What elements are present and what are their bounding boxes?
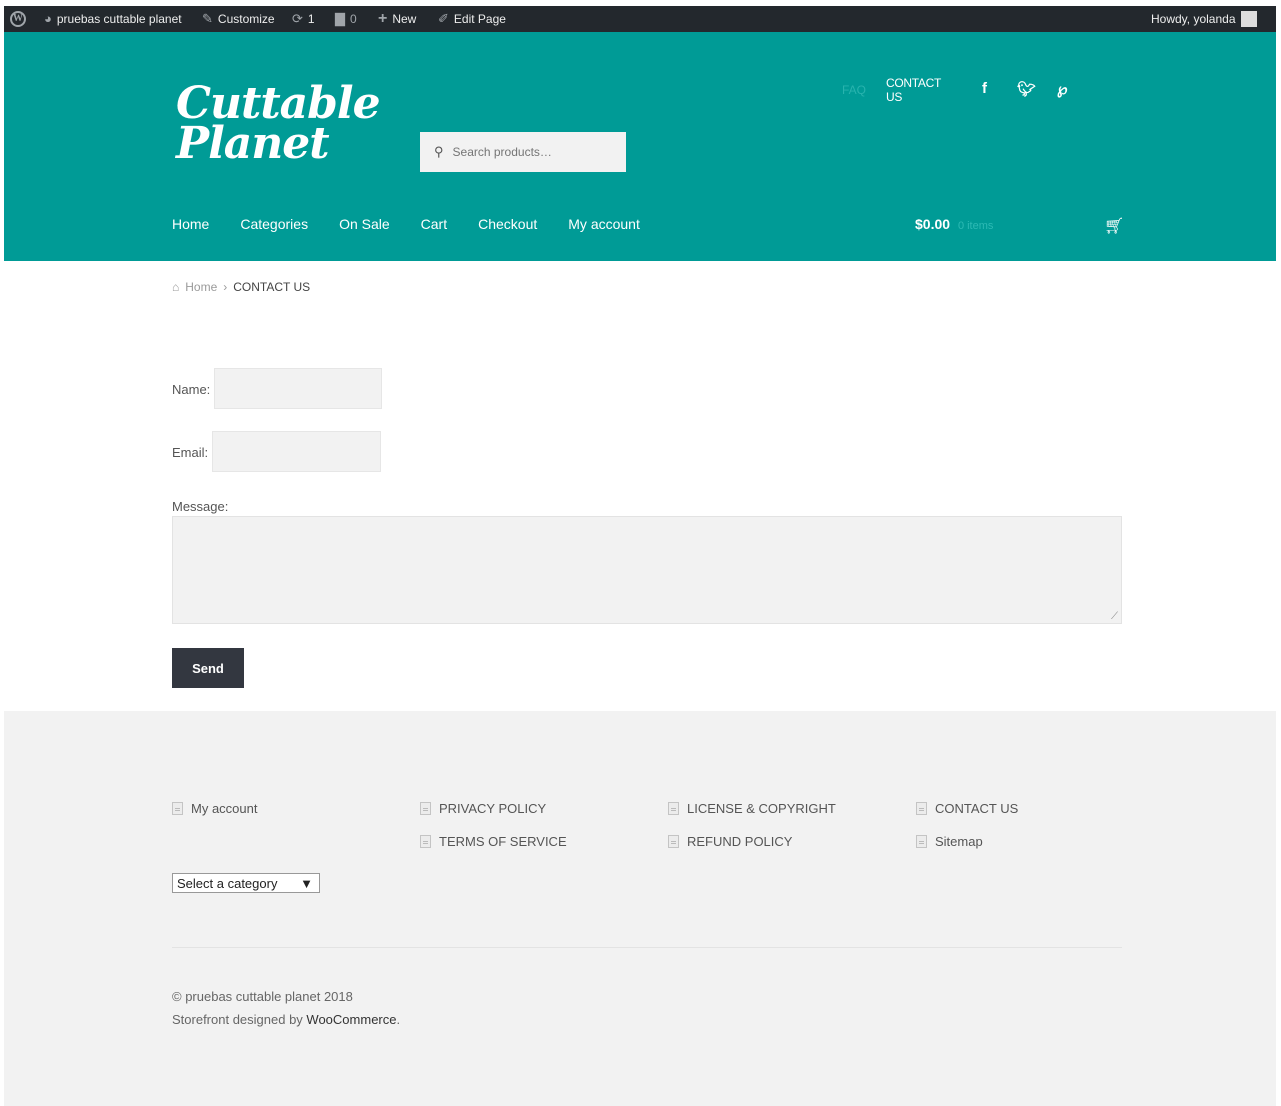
- footer-link-contact-us[interactable]: CONTACT US: [916, 801, 1018, 816]
- footer-link-sitemap[interactable]: Sitemap: [916, 834, 983, 849]
- site-footer: My account PRIVACY POLICY TERMS OF SERVI…: [4, 711, 1276, 1106]
- credit-text: Storefront designed by WooCommerce.: [172, 1012, 400, 1027]
- nav-on-sale[interactable]: On Sale: [339, 216, 390, 232]
- new-label: New: [392, 12, 417, 26]
- pinterest-icon[interactable]: ℘: [1057, 80, 1067, 98]
- plus-icon: +: [378, 10, 388, 27]
- header-cart[interactable]: $0.00 0 items: [915, 216, 993, 232]
- edit-page-menu[interactable]: ✐ Edit Page: [438, 6, 506, 32]
- page-icon: [172, 802, 183, 815]
- nav-cart[interactable]: Cart: [421, 216, 447, 232]
- product-search: ⚲: [420, 132, 626, 172]
- primary-nav: Home Categories On Sale Cart Checkout My…: [172, 216, 671, 232]
- footer-link-label: REFUND POLICY: [687, 834, 793, 849]
- updates-count: 1: [307, 12, 315, 26]
- avatar: [1240, 11, 1257, 27]
- footer-link-label: CONTACT US: [935, 801, 1019, 816]
- category-select[interactable]: Select a category ▼: [172, 873, 320, 893]
- edit-page-label: Edit Page: [453, 12, 506, 26]
- footer-link-refund-policy[interactable]: REFUND POLICY: [668, 834, 792, 849]
- nav-link-contact-us[interactable]: CONTACT US: [886, 76, 941, 104]
- breadcrumb-home[interactable]: Home: [185, 280, 217, 294]
- footer-link-label: Sitemap: [935, 834, 983, 849]
- footer-link-label: PRIVACY POLICY: [439, 801, 547, 816]
- footer-link-my-account[interactable]: My account: [172, 801, 257, 816]
- browser-frame: W ◕ pruebas cuttable planet ✎ Customize …: [4, 6, 1276, 1106]
- name-label: Name:: [172, 382, 211, 397]
- site-header: Cuttable Planet ⚲ FAQ CONTACT US f 🐦︎ ℘ …: [4, 32, 1276, 261]
- search-icon: ⚲: [434, 144, 444, 159]
- comments-count: 0: [350, 12, 357, 26]
- resize-handle-icon[interactable]: ⟋: [1111, 611, 1118, 622]
- dropdown-arrow-icon: ▼: [300, 875, 313, 891]
- dashboard-icon: ◕: [44, 11, 52, 26]
- footer-link-label: LICENSE & COPYRIGHT: [687, 801, 836, 816]
- email-label: Email:: [172, 445, 209, 460]
- email-field[interactable]: [212, 431, 381, 472]
- nav-checkout[interactable]: Checkout: [478, 216, 537, 232]
- page-icon: [420, 802, 431, 815]
- wordpress-icon: W: [10, 11, 26, 27]
- nav-home[interactable]: Home: [172, 216, 209, 232]
- customize-label: Customize: [217, 12, 275, 26]
- footer-link-label: My account: [191, 801, 258, 816]
- twitter-icon[interactable]: 🐦︎: [1017, 80, 1036, 98]
- footer-divider: [172, 947, 1122, 948]
- site-name-menu[interactable]: ◕ pruebas cuttable planet: [44, 6, 182, 32]
- page-icon: [916, 835, 927, 848]
- page-icon: [668, 802, 679, 815]
- facebook-icon[interactable]: f: [982, 80, 987, 97]
- nav-link-faq[interactable]: FAQ: [842, 83, 866, 97]
- comment-icon: ▇: [335, 11, 345, 26]
- breadcrumb-current: CONTACT US: [233, 280, 311, 294]
- customize-menu[interactable]: ✎ Customize: [202, 6, 275, 32]
- page-icon: [420, 835, 431, 848]
- updates-menu[interactable]: ⟳ 1: [292, 6, 315, 32]
- comments-menu[interactable]: ▇ 0: [335, 6, 357, 32]
- category-select-value: Select a category: [177, 875, 278, 891]
- basket-icon[interactable]: 🛒︎: [1104, 216, 1124, 236]
- site-name-label: pruebas cuttable planet: [56, 12, 182, 26]
- cart-total: $0.00: [915, 216, 951, 232]
- copyright-text: © pruebas cuttable planet 2018: [172, 989, 353, 1004]
- updates-icon: ⟳: [292, 11, 303, 26]
- cart-count: 0 items: [957, 220, 994, 232]
- footer-link-label: TERMS OF SERVICE: [439, 834, 567, 849]
- brush-icon: ✎: [202, 11, 213, 26]
- breadcrumb-separator: ›: [223, 280, 228, 294]
- nav-categories[interactable]: Categories: [240, 216, 308, 232]
- credit-suffix: .: [396, 1012, 401, 1027]
- footer-link-privacy-policy[interactable]: PRIVACY POLICY: [420, 801, 546, 816]
- home-icon: ⌂: [172, 280, 180, 294]
- footer-link-terms-of-service[interactable]: TERMS OF SERVICE: [420, 834, 567, 849]
- message-label: Message:: [172, 499, 229, 514]
- breadcrumb: ⌂ Home › CONTACT US: [172, 280, 310, 294]
- send-button[interactable]: Send: [172, 648, 244, 688]
- woocommerce-link[interactable]: WooCommerce: [306, 1012, 396, 1027]
- logo-line-2: Planet: [176, 118, 330, 169]
- howdy-label: Howdy, yolanda: [1151, 12, 1236, 26]
- site-logo[interactable]: Cuttable Planet: [176, 82, 381, 169]
- credit-prefix: Storefront designed by: [172, 1012, 307, 1027]
- message-field[interactable]: ⟋: [172, 516, 1122, 624]
- pencil-icon: ✐: [438, 11, 449, 26]
- admin-bar: W ◕ pruebas cuttable planet ✎ Customize …: [4, 6, 1276, 32]
- wordpress-menu[interactable]: W: [10, 6, 26, 32]
- search-input[interactable]: [450, 144, 615, 160]
- nav-my-account[interactable]: My account: [568, 216, 640, 232]
- page-icon: [668, 835, 679, 848]
- page-icon: [916, 802, 927, 815]
- new-menu[interactable]: + New: [378, 6, 416, 32]
- account-menu[interactable]: Howdy, yolanda: [1151, 6, 1257, 32]
- footer-link-license-copyright[interactable]: LICENSE & COPYRIGHT: [668, 801, 836, 816]
- name-field[interactable]: [214, 368, 382, 409]
